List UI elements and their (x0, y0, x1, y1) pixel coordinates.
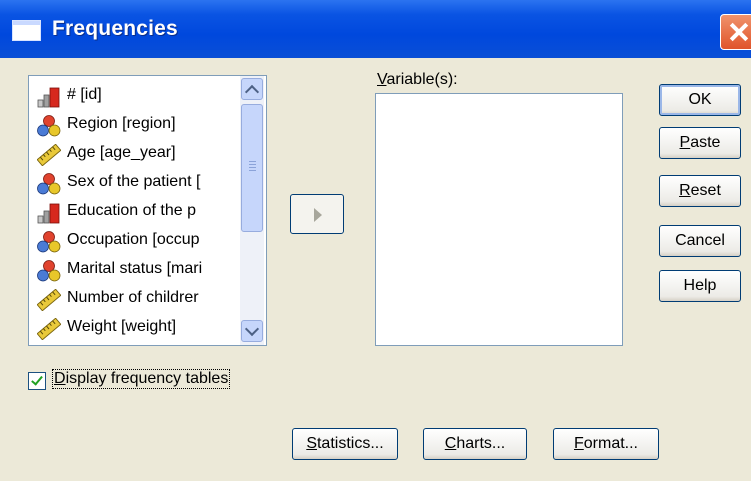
nominal-balls-icon (37, 115, 61, 137)
source-variable-item[interactable]: Education of the p (29, 198, 239, 227)
move-variable-button[interactable] (290, 194, 344, 234)
display-frequency-tables-checkbox[interactable] (28, 372, 46, 390)
display-frequency-tables-label[interactable]: Display frequency tables (51, 369, 231, 389)
help-button[interactable]: Help (659, 270, 741, 302)
source-variable-item-label: Sex of the patient [ (67, 173, 201, 190)
source-variable-item-label: Occupation [occup (67, 231, 200, 248)
ok-button[interactable]: OK (659, 84, 741, 116)
reset-mnemonic: R (679, 182, 691, 199)
scale-ruler-icon (36, 317, 62, 341)
charts-label: harts... (456, 435, 506, 452)
source-variable-item[interactable]: # [id] (29, 82, 239, 111)
source-variable-item-label: Marital status [mari (67, 260, 203, 277)
source-variable-item[interactable]: Sex of the patient [ (29, 169, 239, 198)
paste-button[interactable]: Paste (659, 127, 741, 159)
statistics-mnemonic: S (306, 435, 317, 452)
variables-label: Variable(s): (377, 71, 458, 89)
reset-button[interactable]: Reset (659, 175, 741, 207)
source-variable-item[interactable]: Occupation [occup (29, 227, 239, 256)
charts-mnemonic: C (444, 435, 457, 452)
source-variable-item-label: Weight [weight] (67, 318, 177, 335)
source-variable-item[interactable]: Marital status [mari (29, 256, 239, 285)
source-variable-item[interactable]: Number of childrer (29, 285, 239, 314)
source-variable-list[interactable]: # [id] Region [region] Age [age_year] Sex o… (28, 75, 267, 346)
source-variable-item[interactable]: Region [region] (29, 111, 239, 140)
format-label: ormat... (583, 435, 638, 452)
scroll-thumb[interactable] (241, 104, 263, 232)
format-button[interactable]: Format... (553, 428, 659, 460)
source-variable-item-label: Age [age_year] (67, 144, 176, 161)
scroll-up-button[interactable] (241, 78, 263, 100)
charts-button[interactable]: Charts... (423, 428, 527, 460)
title-bar[interactable]: Frequencies (0, 0, 751, 58)
source-variable-item[interactable]: Weight [weight] (29, 314, 239, 343)
reset-label: eset (690, 182, 721, 199)
nominal-balls-icon (37, 173, 61, 195)
source-variable-item-label: Education of the p (67, 202, 196, 219)
cancel-button[interactable]: Cancel (659, 225, 741, 257)
source-variable-item-label: # [id] (67, 86, 102, 103)
source-variable-item-label: Region [region] (67, 115, 176, 132)
frequencies-dialog: Frequencies # [id] Region [region] Age [ag… (0, 0, 751, 481)
statistics-label: tatistics... (316, 435, 384, 452)
source-variable-item[interactable]: Age [age_year] (29, 140, 239, 169)
statistics-button[interactable]: Statistics... (292, 428, 398, 460)
close-button[interactable] (720, 14, 751, 50)
variables-label-text: ariable(s): (386, 71, 458, 88)
scale-ruler-icon (36, 288, 62, 312)
window-icon (12, 20, 41, 41)
vertical-scrollbar[interactable] (240, 76, 264, 345)
scroll-down-button[interactable] (241, 320, 263, 342)
paste-label: aste (690, 134, 721, 151)
checkbox-mnemonic: D (54, 370, 66, 387)
source-items: # [id] Region [region] Age [age_year] Sex o… (29, 82, 239, 343)
ordinal-bar-icon (37, 202, 61, 224)
scale-ruler-icon (36, 143, 62, 167)
ordinal-bar-icon (37, 86, 61, 108)
target-variable-list[interactable]: Height [height] (375, 93, 623, 346)
window-title: Frequencies (52, 17, 178, 40)
nominal-balls-icon (37, 260, 61, 282)
source-variable-item-label: Number of childrer (67, 289, 199, 306)
paste-mnemonic: P (679, 134, 691, 151)
nominal-balls-icon (37, 231, 61, 253)
checkbox-label-text: isplay frequency tables (65, 370, 229, 387)
format-mnemonic: F (573, 435, 584, 452)
grip-icon (249, 161, 256, 162)
